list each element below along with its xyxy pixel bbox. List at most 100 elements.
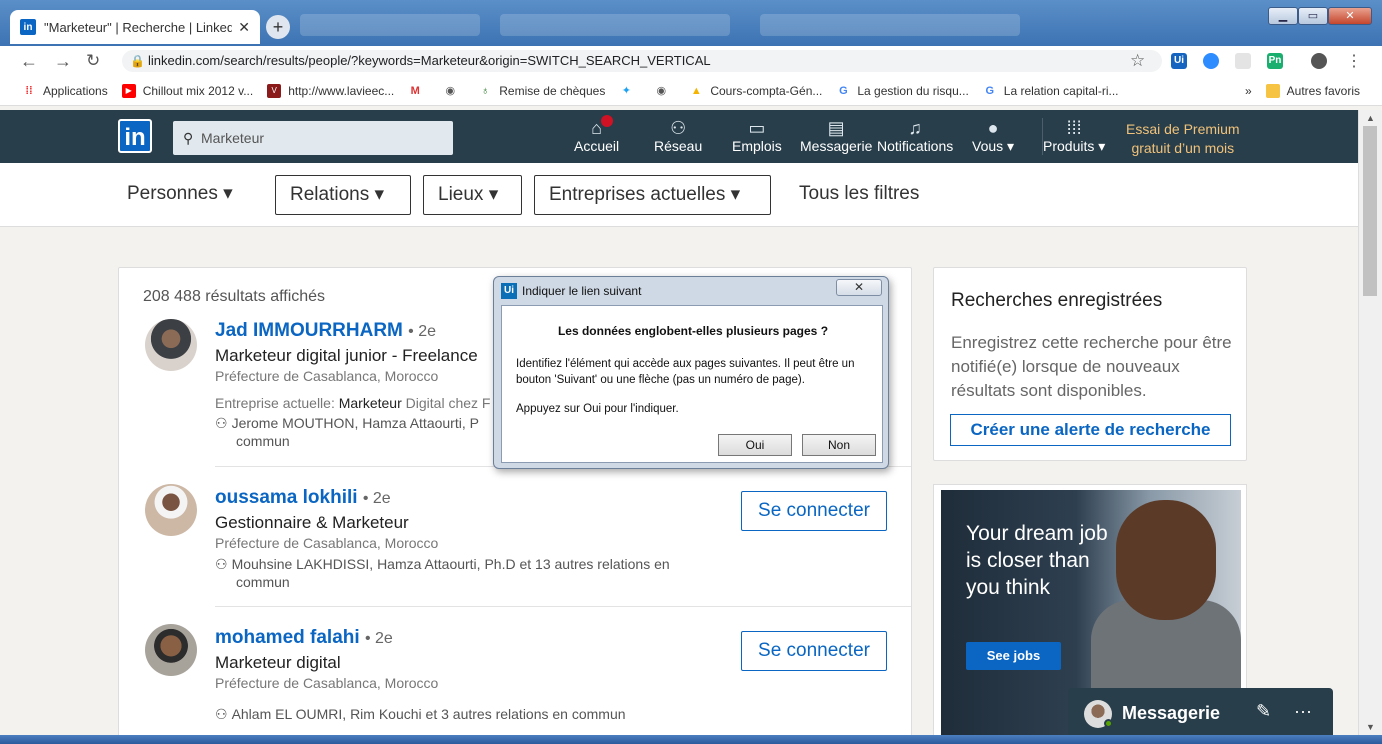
bookmark-remise-cheques[interactable]: ♁ Remise de chèques — [478, 84, 605, 98]
results-count: 208 488 résultats affichés — [143, 288, 326, 305]
google-icon: G — [839, 84, 848, 97]
url-text: linkedin.com/search/results/people/?keyw… — [148, 53, 711, 68]
connect-button[interactable]: Se connecter — [741, 631, 887, 671]
nav-me[interactable]: ● Vous ▾ — [972, 118, 1014, 155]
bell-icon: ♫ — [908, 118, 922, 138]
url-field[interactable]: 🔒 linkedin.com/search/results/people/?ke… — [122, 50, 1162, 72]
nav-messaging[interactable]: ▤ Messagerie — [800, 118, 872, 154]
browser-title-bar: in "Marketeur" | Recherche | Linked ✕ + … — [0, 0, 1382, 46]
bookmark-star-icon[interactable]: ☆ — [1130, 51, 1145, 71]
search-input[interactable]: ⚲ Marketeur — [173, 121, 453, 155]
filter-relations[interactable]: Relations ▾ — [275, 175, 411, 215]
filter-all[interactable]: Tous les filtres — [785, 175, 934, 215]
person-headline: Marketeur digital — [215, 653, 341, 672]
bookmark-globe[interactable]: ◉ — [443, 84, 464, 98]
bookmark-twitter[interactable]: ✦ — [619, 84, 640, 98]
uipath-icon: Ui — [501, 283, 517, 299]
bookmark-lavieeco[interactable]: Vhttp://www.lavieec... — [267, 83, 394, 98]
filter-people[interactable]: Personnes ▾ — [113, 175, 247, 215]
linkedin-favicon-icon: in — [20, 19, 36, 35]
saved-searches-card: Recherches enregistrées Enregistrez cett… — [933, 267, 1247, 461]
avatar[interactable] — [145, 484, 197, 536]
nav-products[interactable]: ⁞⁞⁞ Produits ▾ — [1042, 118, 1105, 155]
scroll-up-icon[interactable]: ▲ — [1366, 113, 1375, 123]
back-arrow-icon[interactable]: ← — [20, 51, 38, 72]
background-tab[interactable] — [760, 14, 1020, 36]
nav-notifications[interactable]: ♫ Notifications — [877, 118, 953, 154]
filter-locations[interactable]: Lieux ▾ — [423, 175, 522, 215]
minimize-button[interactable]: ▁ — [1268, 7, 1298, 25]
bookmark-cours-compta[interactable]: ▲ Cours-compta-Gén... — [689, 84, 823, 98]
dialog-close-button[interactable]: ✕ — [836, 279, 882, 296]
premium-trial-link[interactable]: Essai de Premium gratuit d’un mois — [1126, 120, 1240, 158]
nav-home[interactable]: ⌂ Accueil — [574, 118, 619, 154]
maximize-button[interactable]: ▭ — [1298, 7, 1328, 25]
bookmark-gestion-risque[interactable]: G La gestion du risqu... — [836, 84, 969, 98]
apps-grid-icon: ⁞⁞ — [25, 84, 33, 97]
messaging-label: Messagerie — [1122, 703, 1221, 723]
blank-extension-icon[interactable] — [1235, 53, 1251, 69]
profile-avatar-icon[interactable] — [1311, 53, 1327, 69]
tab-title: "Marketeur" | Recherche | Linked — [44, 19, 233, 35]
bookmark-relation-capital[interactable]: G La relation capital-ri... — [983, 84, 1119, 98]
see-jobs-button[interactable]: See jobs — [966, 642, 1061, 670]
avatar[interactable] — [145, 319, 197, 371]
search-filters-bar: Personnes ▾ Relations ▾ Lieux ▾ Entrepri… — [0, 163, 1358, 227]
person-name[interactable]: mohamed falahi • 2e — [215, 627, 393, 649]
person-current-company: Entreprise actuelle: Marketeur Digital c… — [215, 395, 491, 411]
filter-current-companies[interactable]: Entreprises actuelles ▾ — [534, 175, 771, 215]
nav-jobs[interactable]: ▭ Emplois — [732, 118, 782, 154]
page-scrollbar[interactable]: ▲ ▼ — [1358, 110, 1382, 744]
connect-button[interactable]: Se connecter — [741, 491, 887, 531]
person-name[interactable]: Jad IMMOURRHARM • 2e — [215, 320, 436, 342]
uipath-extension-icon[interactable]: Ui — [1171, 53, 1187, 69]
google-icon: G — [985, 84, 995, 97]
folder-icon — [1265, 83, 1280, 98]
bookmarks-bar: ⁞⁞ Applications ▶ Chillout mix 2012 v... V… — [0, 76, 1382, 106]
yes-button[interactable]: Oui — [718, 434, 792, 456]
grid-icon: ⁞⁞⁞ — [1066, 118, 1082, 138]
close-window-button[interactable]: ✕ — [1328, 7, 1372, 25]
drive-icon: ▲ — [690, 84, 702, 97]
person-location: Préfecture de Casablanca, Morocco — [215, 535, 439, 551]
person-headline: Gestionnaire & Marketeur — [215, 513, 409, 532]
bookmark-globe-2[interactable]: ◉ — [654, 84, 675, 98]
gmail-icon: M — [410, 84, 420, 97]
browser-tab[interactable]: in "Marketeur" | Recherche | Linked ✕ — [10, 10, 260, 44]
dialog-heading: Les données englobent-elles plusieurs pa… — [557, 324, 829, 338]
more-options-icon[interactable]: ··· — [1294, 701, 1312, 722]
bookmark-chillout[interactable]: ▶ Chillout mix 2012 v... — [121, 83, 253, 98]
new-tab-button[interactable]: + — [266, 15, 290, 39]
browser-menu-icon[interactable]: ⋮ — [1346, 51, 1362, 71]
person-name[interactable]: oussama lokhili • 2e — [215, 487, 391, 509]
scroll-down-icon[interactable]: ▼ — [1366, 722, 1375, 732]
forward-arrow-icon[interactable]: → — [54, 51, 72, 72]
zoom-extension-icon[interactable] — [1203, 53, 1219, 69]
pn-extension-icon[interactable]: Pn — [1267, 53, 1283, 69]
background-tab[interactable] — [500, 14, 730, 36]
create-alert-button[interactable]: Créer une alerte de recherche — [950, 414, 1231, 446]
saved-searches-description: Enregistrez cette recherche pour être no… — [951, 333, 1232, 400]
compose-icon[interactable]: ✎ — [1256, 701, 1271, 722]
shared-connections[interactable]: ⚇ Mouhsine LAKHDISSI, Hamza Attaourti, Ph… — [215, 555, 735, 591]
ad-person-face — [1116, 500, 1216, 620]
network-icon: ⚇ — [670, 118, 687, 138]
scrollbar-thumb[interactable] — [1363, 126, 1377, 296]
tab-close-icon[interactable]: ✕ — [238, 19, 250, 36]
online-status-dot — [1104, 719, 1113, 728]
avatar[interactable] — [145, 624, 197, 676]
dialog-title-bar: Ui Indiquer le lien suivant — [501, 283, 641, 299]
bookmark-other-folder[interactable]: Autres favoris — [1265, 83, 1360, 98]
linkedin-logo[interactable]: in — [118, 119, 152, 153]
person-location: Préfecture de Casablanca, Morocco — [215, 368, 439, 384]
background-tab[interactable] — [300, 14, 480, 36]
bookmarks-more-button[interactable]: » — [1245, 84, 1252, 98]
reload-icon[interactable]: ↻ — [86, 51, 100, 71]
nav-network[interactable]: ⚇ Réseau — [654, 118, 702, 154]
shared-connections[interactable]: ⚇ Ahlam EL OUMRI, Rim Kouchi et 3 autres … — [215, 705, 735, 723]
people-icon: ⚇ — [215, 415, 228, 431]
bookmark-applications[interactable]: ⁞⁞ Applications — [22, 84, 107, 98]
bookmark-gmail[interactable]: M — [408, 84, 429, 98]
no-button[interactable]: Non — [802, 434, 876, 456]
people-icon: ⚇ — [215, 556, 228, 572]
